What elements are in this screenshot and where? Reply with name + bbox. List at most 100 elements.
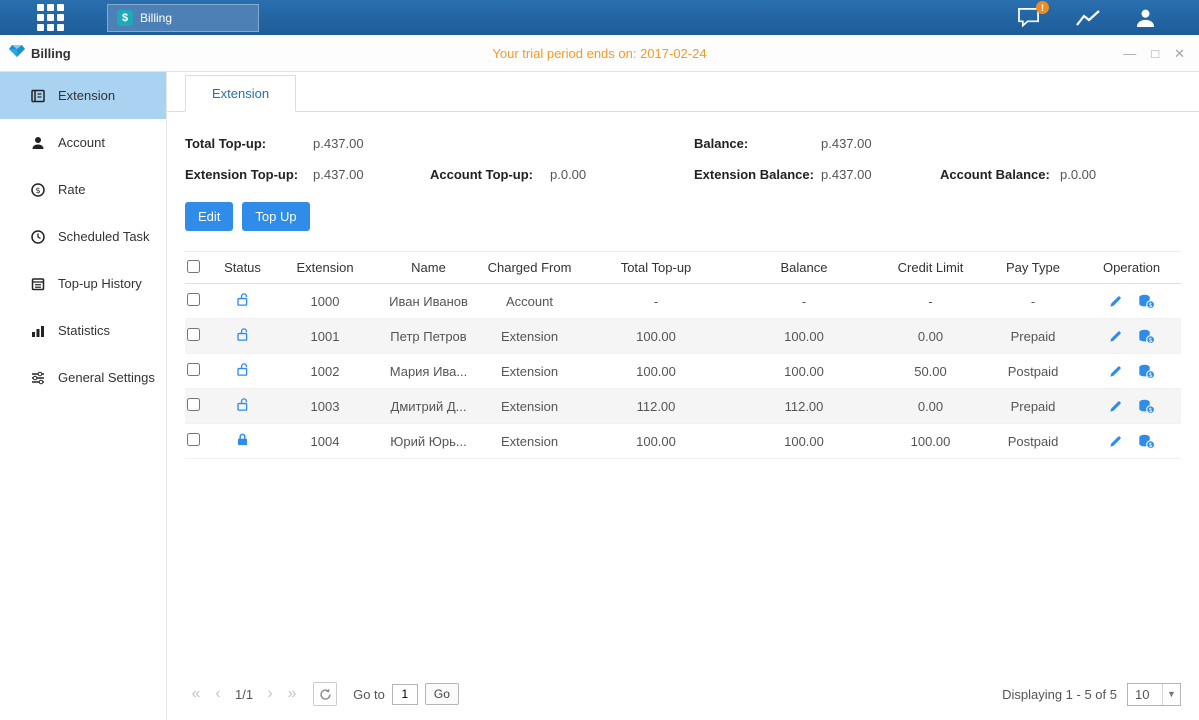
col-credit-limit: Credit Limit bbox=[878, 260, 983, 275]
page-size-select[interactable]: 10 ▼ bbox=[1127, 683, 1181, 706]
extension-balance-label: Extension Balance: bbox=[694, 167, 821, 182]
main-content: Extension Total Top-up: p.437.00 Balance… bbox=[167, 72, 1199, 720]
svg-text:$: $ bbox=[1149, 301, 1153, 309]
topup-row-icon[interactable]: $ bbox=[1138, 329, 1155, 344]
cell-name: Юрий Юрь... bbox=[380, 434, 477, 449]
unlocked-status-icon[interactable] bbox=[235, 362, 250, 377]
table-body: 1000 Иван Иванов Account - - - - $ bbox=[185, 284, 1181, 459]
topbar: $ Billing ! bbox=[0, 0, 1199, 35]
topup-row-icon[interactable]: $ bbox=[1138, 399, 1155, 414]
row-checkbox[interactable] bbox=[187, 398, 200, 411]
page-info: 1/1 bbox=[235, 687, 253, 702]
goto-label: Go to bbox=[353, 687, 385, 702]
locked-status-icon[interactable] bbox=[235, 432, 250, 447]
first-page-icon[interactable]: « bbox=[185, 686, 207, 702]
window-titlebar: Billing Your trial period ends on: 2017-… bbox=[0, 35, 1199, 72]
balance-value: p.437.00 bbox=[821, 136, 940, 151]
topbar-tab-billing[interactable]: $ Billing bbox=[107, 4, 259, 32]
sidebar-item-extension[interactable]: Extension bbox=[0, 72, 166, 119]
svg-text:$: $ bbox=[1149, 336, 1153, 344]
last-page-icon[interactable]: » bbox=[281, 686, 303, 702]
edit-row-icon[interactable] bbox=[1108, 434, 1123, 449]
minimize-button[interactable]: — bbox=[1123, 47, 1136, 60]
pagination-bar: « ‹ 1/1 › » Go to Go Displaying 1 - 5 of… bbox=[167, 680, 1199, 708]
col-extension: Extension bbox=[270, 260, 380, 275]
next-page-icon[interactable]: › bbox=[259, 686, 281, 702]
cell-total-topup: 100.00 bbox=[582, 329, 730, 344]
sidebar-item-scheduled-task[interactable]: Scheduled Task bbox=[0, 213, 166, 260]
cell-credit-limit: 50.00 bbox=[878, 364, 983, 379]
topup-row-icon[interactable]: $ bbox=[1138, 294, 1155, 309]
extension-topup-label: Extension Top-up: bbox=[185, 167, 313, 182]
cell-credit-limit: 0.00 bbox=[878, 329, 983, 344]
cell-credit-limit: 100.00 bbox=[878, 434, 983, 449]
edit-row-icon[interactable] bbox=[1108, 364, 1123, 379]
sidebar-item-general-settings[interactable]: General Settings bbox=[0, 354, 166, 401]
close-button[interactable]: ✕ bbox=[1174, 47, 1185, 60]
top-up-button[interactable]: Top Up bbox=[242, 202, 309, 231]
sidebar-item-label: General Settings bbox=[58, 370, 155, 385]
edit-button[interactable]: Edit bbox=[185, 202, 233, 231]
go-button[interactable]: Go bbox=[425, 683, 459, 705]
topup-row-icon[interactable]: $ bbox=[1138, 434, 1155, 449]
action-buttons: Edit Top Up bbox=[185, 202, 1199, 231]
cell-pay-type: Postpaid bbox=[983, 364, 1083, 379]
row-checkbox[interactable] bbox=[187, 293, 200, 306]
messages-icon[interactable]: ! bbox=[1017, 7, 1042, 28]
total-topup-label: Total Top-up: bbox=[185, 136, 313, 151]
extension-icon bbox=[30, 88, 46, 104]
sidebar-item-label: Top-up History bbox=[58, 276, 142, 291]
row-checkbox[interactable] bbox=[187, 433, 200, 446]
sidebar-item-account[interactable]: Account bbox=[0, 119, 166, 166]
cell-total-topup: 100.00 bbox=[582, 364, 730, 379]
table-row: 1002 Мария Ива... Extension 100.00 100.0… bbox=[185, 354, 1181, 389]
topbar-tab-label: Billing bbox=[140, 11, 172, 25]
cell-extension: 1000 bbox=[270, 294, 380, 309]
unlocked-status-icon[interactable] bbox=[235, 327, 250, 342]
total-topup-value: p.437.00 bbox=[313, 136, 430, 151]
maximize-button[interactable]: □ bbox=[1151, 47, 1159, 60]
unlocked-status-icon[interactable] bbox=[235, 292, 250, 307]
svg-text:$: $ bbox=[1149, 441, 1153, 449]
tab-extension[interactable]: Extension bbox=[185, 75, 296, 112]
edit-row-icon[interactable] bbox=[1108, 399, 1123, 414]
sidebar-item-topup-history[interactable]: Top-up History bbox=[0, 260, 166, 307]
sidebar-item-rate[interactable]: $ Rate bbox=[0, 166, 166, 213]
user-account-icon[interactable] bbox=[1134, 7, 1157, 28]
extension-balance-value: p.437.00 bbox=[821, 167, 940, 182]
notification-badge: ! bbox=[1036, 1, 1049, 14]
cell-charged-from: Extension bbox=[477, 434, 582, 449]
prev-page-icon[interactable]: ‹ bbox=[207, 686, 229, 702]
table-row: 1001 Петр Петров Extension 100.00 100.00… bbox=[185, 319, 1181, 354]
row-checkbox[interactable] bbox=[187, 363, 200, 376]
cell-charged-from: Account bbox=[477, 294, 582, 309]
row-checkbox[interactable] bbox=[187, 328, 200, 341]
col-name: Name bbox=[380, 260, 477, 275]
cell-name: Дмитрий Д... bbox=[380, 399, 477, 414]
goto-page-input[interactable] bbox=[392, 684, 418, 705]
account-balance-label: Account Balance: bbox=[940, 167, 1060, 182]
account-icon bbox=[30, 135, 46, 151]
col-operation: Operation bbox=[1083, 260, 1180, 275]
unlocked-status-icon[interactable] bbox=[235, 397, 250, 412]
edit-row-icon[interactable] bbox=[1108, 329, 1123, 344]
apps-grid-icon[interactable] bbox=[37, 4, 64, 31]
history-icon bbox=[30, 276, 46, 292]
cell-pay-type: Prepaid bbox=[983, 399, 1083, 414]
refresh-icon[interactable] bbox=[313, 682, 337, 706]
cell-charged-from: Extension bbox=[477, 399, 582, 414]
sidebar-item-statistics[interactable]: Statistics bbox=[0, 307, 166, 354]
extension-topup-value: p.437.00 bbox=[313, 167, 430, 182]
account-balance-value: p.0.00 bbox=[1060, 167, 1199, 182]
tabstrip: Extension bbox=[167, 72, 1199, 112]
activity-chart-icon[interactable] bbox=[1075, 8, 1101, 28]
cell-credit-limit: 0.00 bbox=[878, 399, 983, 414]
extension-table: Status Extension Name Charged From Total… bbox=[185, 251, 1181, 459]
account-topup-value: p.0.00 bbox=[550, 167, 694, 182]
chevron-down-icon: ▼ bbox=[1162, 684, 1180, 705]
edit-row-icon[interactable] bbox=[1108, 294, 1123, 309]
sidebar: Extension Account $ Rate Scheduled Task … bbox=[0, 72, 167, 720]
sidebar-item-label: Account bbox=[58, 135, 105, 150]
select-all-checkbox[interactable] bbox=[187, 260, 200, 273]
topup-row-icon[interactable]: $ bbox=[1138, 364, 1155, 379]
